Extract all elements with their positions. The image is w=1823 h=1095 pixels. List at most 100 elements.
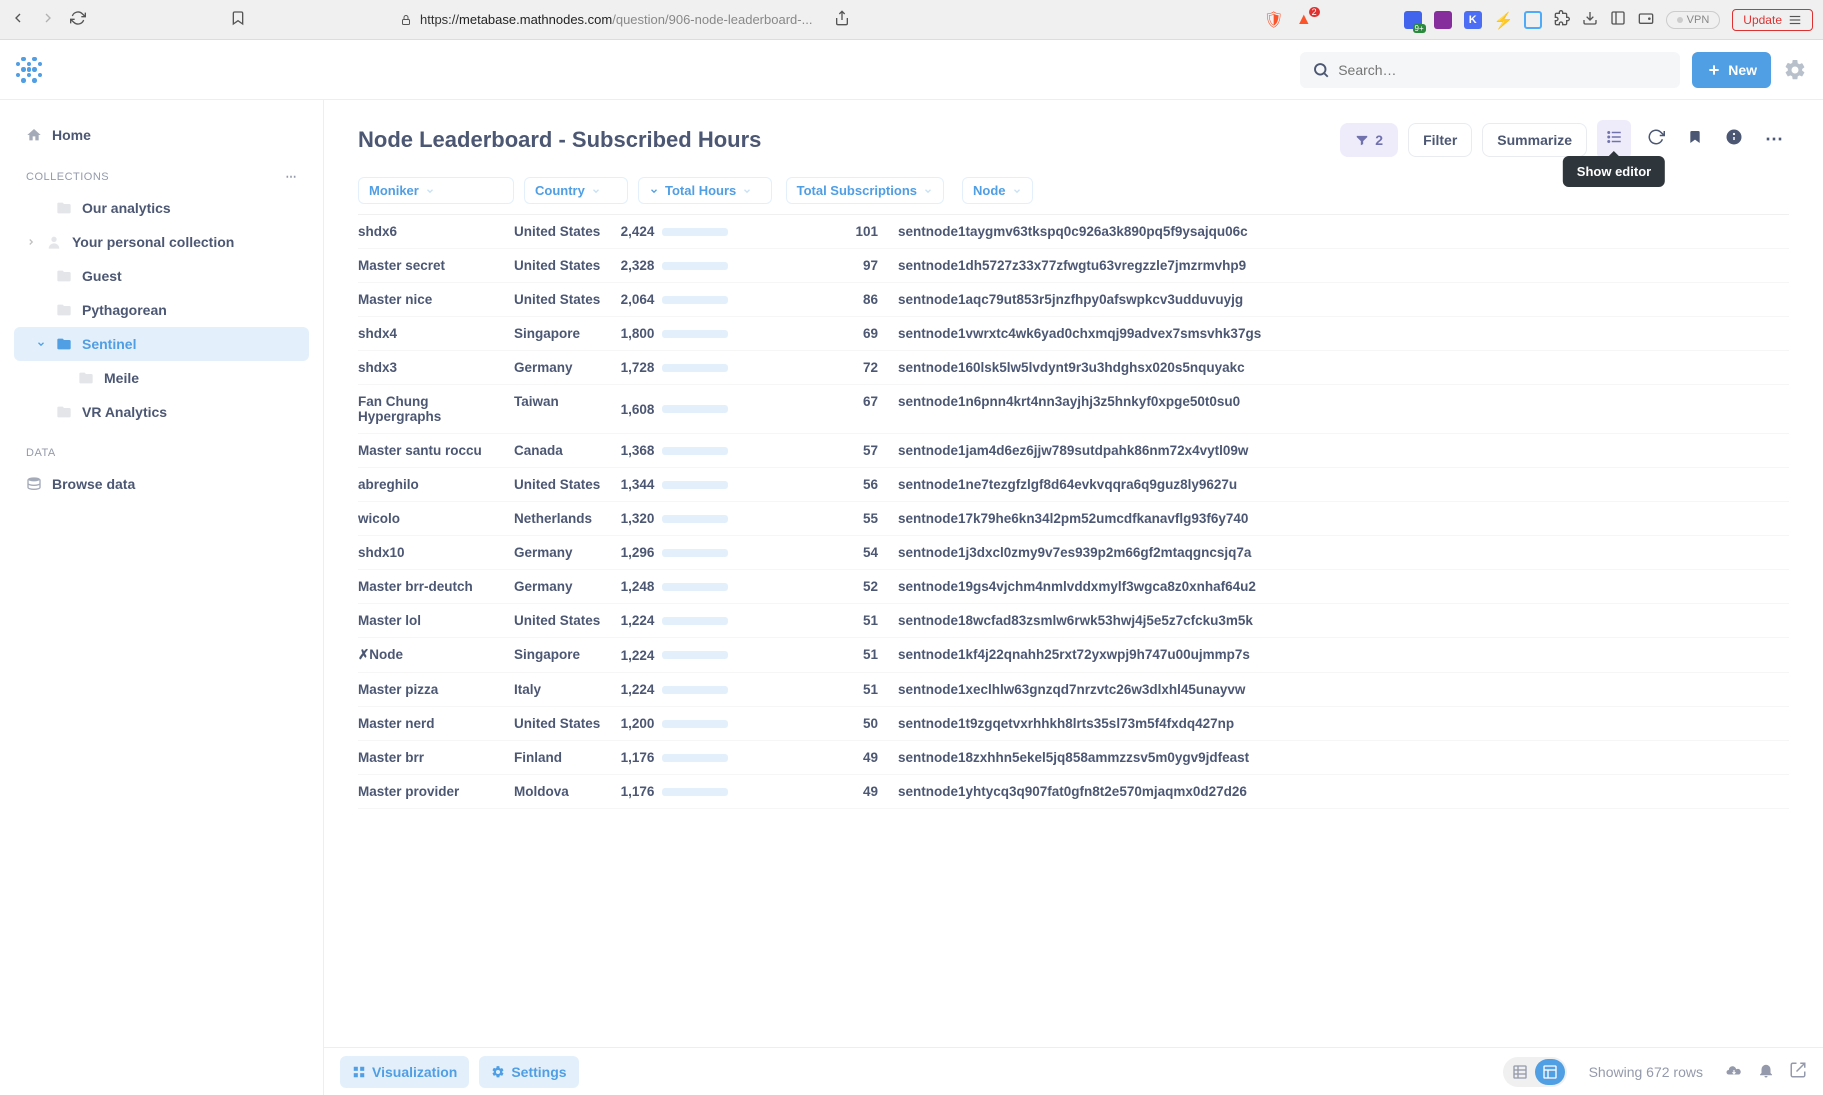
table-row[interactable]: Master lolUnited States1,22451sentnode18…: [358, 604, 1789, 638]
cell-moniker: wicolo: [358, 511, 514, 526]
alert-bell-icon[interactable]: [1757, 1061, 1775, 1082]
table-row[interactable]: shdx6United States2,424101sentnode1taygm…: [358, 215, 1789, 249]
footer: Visualization Settings Showing 672 rows: [324, 1047, 1823, 1095]
sidebar-item[interactable]: Sentinel: [14, 327, 309, 361]
visualization-button[interactable]: Visualization: [340, 1056, 469, 1088]
sidebar-item[interactable]: Guest: [14, 259, 309, 293]
column-header[interactable]: Total Hours: [638, 177, 772, 204]
share-icon[interactable]: [834, 10, 850, 29]
back-icon[interactable]: [10, 10, 26, 29]
filter-count-pill[interactable]: 2: [1340, 123, 1398, 157]
cell-country: Taiwan: [514, 394, 618, 424]
cell-country: Finland: [514, 750, 618, 765]
sidebar-item[interactable]: VR Analytics: [14, 395, 309, 429]
question-title[interactable]: Node Leaderboard - Subscribed Hours: [358, 127, 1330, 153]
table-row[interactable]: shdx10Germany1,29654sentnode1j3dxcl0zmy9…: [358, 536, 1789, 570]
column-header[interactable]: Node: [962, 177, 1033, 204]
filter-icon: [1355, 133, 1369, 147]
download-results-icon[interactable]: [1725, 1061, 1743, 1082]
view-table-icon[interactable]: [1505, 1059, 1535, 1085]
table-row[interactable]: Master santu roccuCanada1,36857sentnode1…: [358, 434, 1789, 468]
chevron-down-icon: [591, 186, 601, 196]
cell-moniker: Master nice: [358, 292, 514, 307]
settings-button[interactable]: Settings: [479, 1056, 578, 1088]
info-icon[interactable]: [1719, 122, 1749, 157]
cell-node: sentnode1jam4d6ez6jjw789sutdpahk86nm72x4…: [898, 443, 1789, 458]
forward-icon[interactable]: [40, 10, 56, 29]
cell-country: United States: [514, 224, 618, 239]
table-row[interactable]: Master niceUnited States2,06486sentnode1…: [358, 283, 1789, 317]
filter-button[interactable]: Filter: [1408, 123, 1472, 157]
more-menu-icon[interactable]: ⋯: [1759, 123, 1789, 156]
cell-hours: 1,224: [618, 682, 728, 697]
sidebar-browse-data[interactable]: Browse data: [14, 467, 309, 501]
extension-icon[interactable]: [1524, 11, 1542, 29]
reload-icon[interactable]: [70, 10, 86, 29]
extension-icon[interactable]: 9+: [1404, 11, 1422, 29]
cell-hours: 1,608: [618, 394, 728, 424]
sidebar-item[interactable]: Your personal collection: [14, 225, 309, 259]
sidebar-item[interactable]: Meile: [14, 361, 309, 395]
column-header[interactable]: Moniker: [358, 177, 514, 204]
url-bar[interactable]: https://metabase.mathnodes.com/question/…: [400, 12, 812, 27]
folder-icon: [56, 200, 72, 216]
extension-icon[interactable]: [1434, 11, 1452, 29]
table-row[interactable]: Master secretUnited States2,32897sentnod…: [358, 249, 1789, 283]
extensions-icon[interactable]: [1554, 10, 1570, 29]
sidebar-item[interactable]: Pythagorean: [14, 293, 309, 327]
bookmark-icon[interactable]: [1681, 123, 1709, 156]
refresh-icon[interactable]: [1641, 122, 1671, 157]
table-row[interactable]: Master nerdUnited States1,20050sentnode1…: [358, 707, 1789, 741]
brave-rewards-icon[interactable]: ▲2: [1296, 11, 1312, 29]
show-editor-button[interactable]: Show editor: [1597, 120, 1631, 159]
cell-country: United States: [514, 613, 618, 628]
wallet-icon[interactable]: [1638, 10, 1654, 29]
extension-icon[interactable]: ⚡: [1494, 11, 1512, 29]
cell-moniker: Master brr-deutch: [358, 579, 514, 594]
cell-moniker: abreghilo: [358, 477, 514, 492]
table-row[interactable]: Fan Chung HypergraphsTaiwan1,60867sentno…: [358, 385, 1789, 434]
sidebar-item[interactable]: Our analytics: [14, 191, 309, 225]
table-row[interactable]: ✗NodeSingapore1,22451sentnode1kf4j22qnah…: [358, 638, 1789, 673]
column-header[interactable]: Total Subscriptions: [786, 177, 944, 204]
download-icon[interactable]: [1582, 10, 1598, 29]
table-row[interactable]: shdx4Singapore1,80069sentnode1vwrxtc4wk6…: [358, 317, 1789, 351]
extension-icon[interactable]: K: [1464, 11, 1482, 29]
cell-node: sentnode1taygmv63tkspq0c926a3k890pq5f9ys…: [898, 224, 1789, 239]
cell-country: Germany: [514, 545, 618, 560]
sidebar-toggle-icon[interactable]: [1610, 10, 1626, 29]
chevron-down-icon: [742, 186, 752, 196]
settings-gear-icon[interactable]: [1783, 58, 1807, 82]
table-row[interactable]: Master pizzaItaly1,22451sentnode1xeclhlw…: [358, 673, 1789, 707]
table-row[interactable]: shdx3Germany1,72872sentnode160lsk5lw5lvd…: [358, 351, 1789, 385]
summarize-button[interactable]: Summarize: [1482, 123, 1587, 157]
more-icon[interactable]: ⋯: [286, 170, 298, 183]
vpn-button[interactable]: VPN: [1666, 11, 1721, 29]
sort-desc-icon: [649, 186, 659, 196]
metabase-logo[interactable]: [16, 57, 42, 83]
lock-icon: [400, 14, 412, 26]
folder-icon: [56, 336, 72, 352]
search-bar[interactable]: [1300, 52, 1680, 88]
cell-node: sentnode18zxhhn5ekel5jq858ammzzsv5m0ygv9…: [898, 750, 1789, 765]
column-header[interactable]: Country: [524, 177, 628, 204]
update-button[interactable]: Update: [1732, 9, 1813, 31]
plus-icon: [1706, 62, 1722, 78]
view-detail-icon[interactable]: [1535, 1059, 1565, 1085]
table-row[interactable]: Master providerMoldova1,17649sentnode1yh…: [358, 775, 1789, 809]
url-text: https://metabase.mathnodes.com/question/…: [420, 12, 812, 27]
table-row[interactable]: Master brr-deutchGermany1,24852sentnode1…: [358, 570, 1789, 604]
brave-shield-icon[interactable]: 🛡: [1264, 10, 1284, 30]
bookmark-outline-icon[interactable]: [230, 10, 246, 29]
new-button[interactable]: New: [1692, 52, 1771, 88]
cell-subs: 51: [728, 682, 898, 697]
table-row[interactable]: Master brrFinland1,17649sentnode18zxhhn5…: [358, 741, 1789, 775]
table-row[interactable]: wicoloNetherlands1,32055sentnode17k79he6…: [358, 502, 1789, 536]
table-row[interactable]: abreghiloUnited States1,34456sentnode1ne…: [358, 468, 1789, 502]
cell-node: sentnode1vwrxtc4wk6yad0chxmqj99advex7sms…: [898, 326, 1789, 341]
row-count: Showing 672 rows: [1589, 1064, 1703, 1080]
cell-hours: 1,176: [618, 750, 728, 765]
sidebar-home[interactable]: Home: [14, 118, 309, 152]
search-input[interactable]: [1338, 62, 1668, 78]
share-link-icon[interactable]: [1789, 1061, 1807, 1082]
